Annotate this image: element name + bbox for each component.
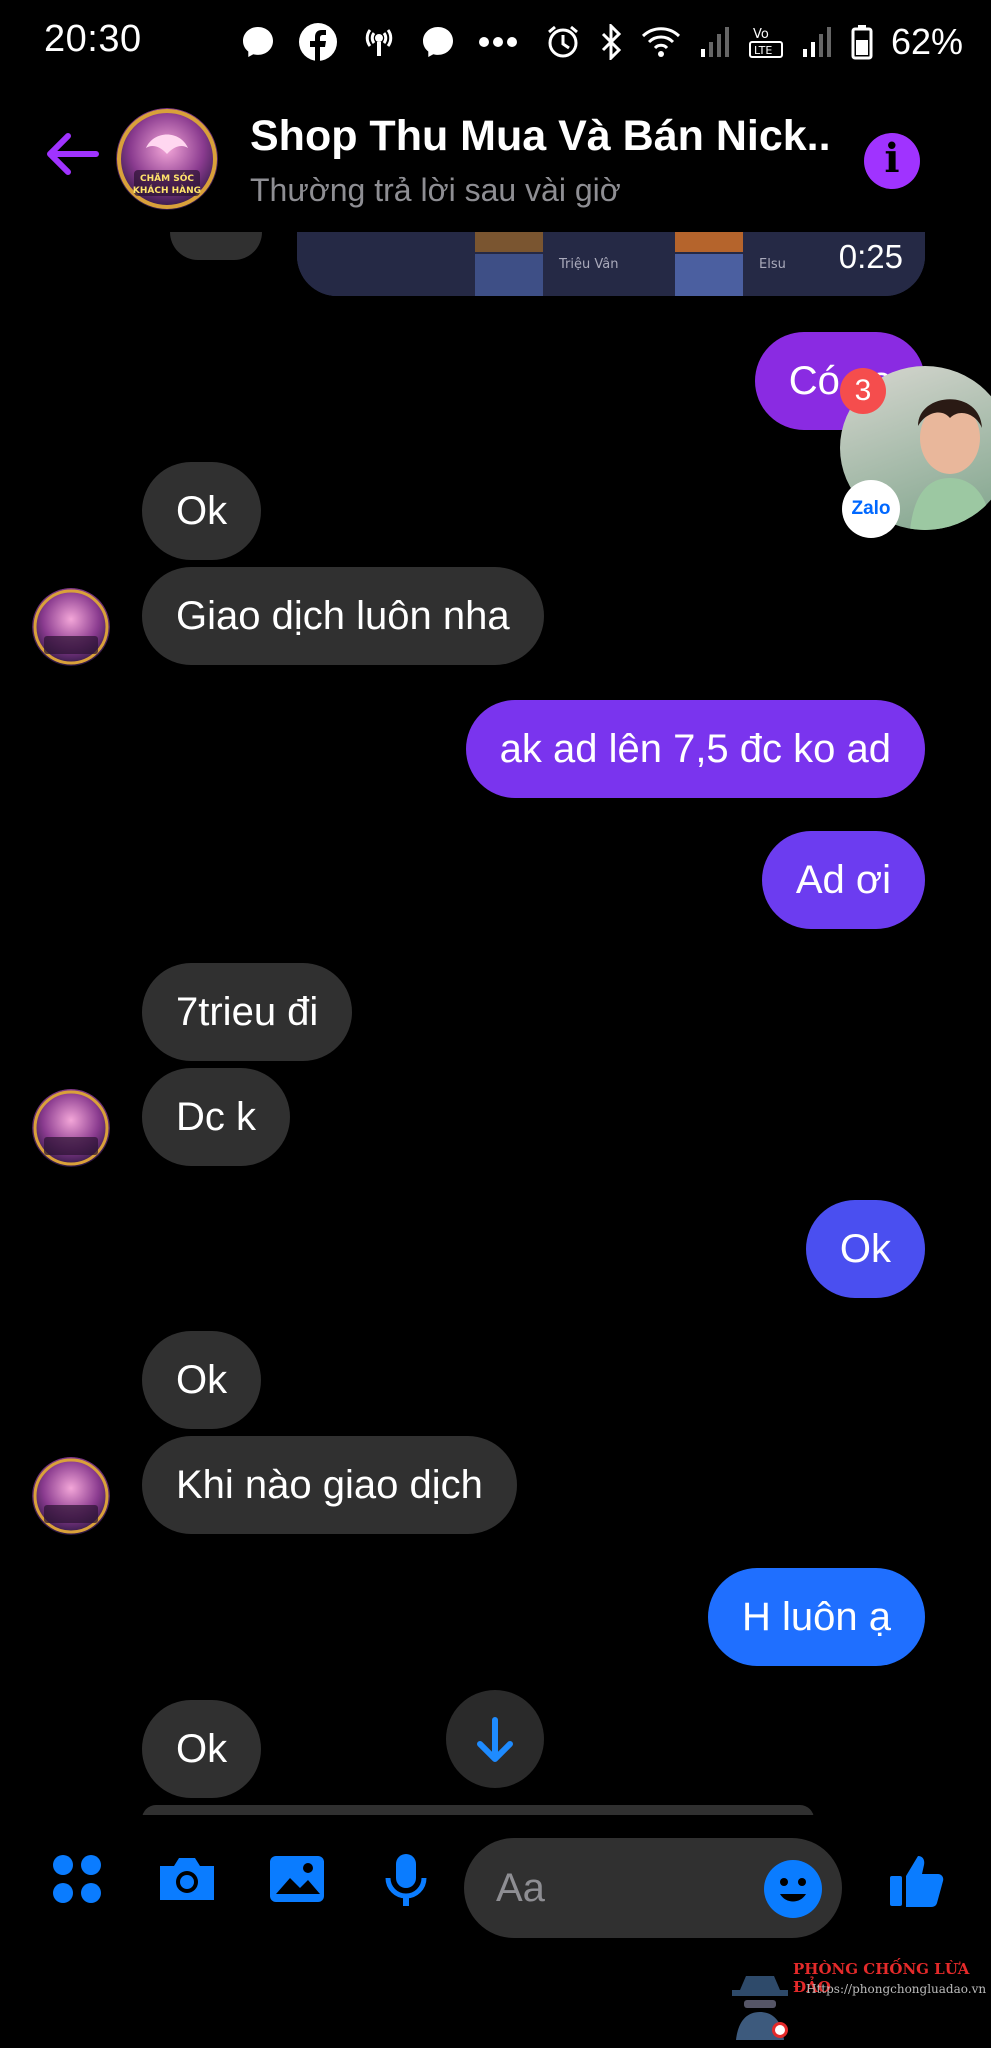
mic-icon[interactable] bbox=[382, 1852, 430, 1908]
svg-text:LTE: LTE bbox=[754, 44, 772, 57]
sender-avatar[interactable] bbox=[32, 1089, 110, 1167]
sender-avatar[interactable] bbox=[32, 588, 110, 666]
partial-incoming-bubble bbox=[170, 232, 262, 260]
battery-icon bbox=[851, 25, 873, 60]
incoming-message[interactable]: Khi nào giao dịch bbox=[142, 1436, 517, 1534]
video-hero1: Triệu Vân bbox=[558, 257, 618, 272]
status-bar: 20:30 Vo LTE 62% bbox=[0, 0, 991, 86]
message-input-placeholder: Aa bbox=[496, 1866, 545, 1910]
info-button[interactable]: i bbox=[864, 133, 920, 189]
response-time-subtitle: Thường trả lời sau vài giờ bbox=[250, 172, 621, 208]
arrow-down-icon bbox=[477, 1717, 513, 1762]
outgoing-message[interactable]: Ad ơi bbox=[761, 831, 925, 929]
gallery-icon[interactable] bbox=[268, 1852, 326, 1906]
more-dots-icon bbox=[479, 37, 517, 47]
avatar-text-top: CHĂM SÓC bbox=[140, 172, 194, 184]
avatar-text-bottom: KHÁCH HÀNG bbox=[133, 184, 201, 196]
outgoing-message[interactable]: ak ad lên 7,5 đc ko ad bbox=[465, 700, 925, 798]
battery-percent: 62% bbox=[891, 21, 964, 62]
watermark-url: Https://phongchongluadao.vn bbox=[806, 1982, 987, 1996]
signal-icon bbox=[701, 27, 729, 57]
incoming-message[interactable]: Giao dịch luôn nha bbox=[142, 567, 544, 665]
incoming-message[interactable]: Ok bbox=[142, 462, 262, 560]
back-arrow-icon[interactable] bbox=[44, 132, 100, 176]
detective-logo-icon bbox=[732, 1976, 788, 2040]
video-message[interactable]: Triệu Vân Elsu 0:25 bbox=[297, 232, 925, 296]
like-icon[interactable] bbox=[888, 1852, 946, 1910]
zalo-unread-badge: 3 bbox=[840, 368, 886, 414]
shop-avatar[interactable]: CHĂM SÓC KHÁCH HÀNG bbox=[116, 108, 218, 210]
zalo-logo-icon: Zalo bbox=[842, 480, 900, 538]
outgoing-message[interactable]: Ok bbox=[805, 1200, 925, 1298]
outgoing-message[interactable]: H luôn ạ bbox=[708, 1568, 925, 1666]
page-title[interactable]: Shop Thu Mua Và Bán Nick... bbox=[250, 112, 830, 161]
hotspot-icon bbox=[365, 29, 393, 56]
svg-text:Vo: Vo bbox=[753, 27, 769, 42]
apps-icon[interactable] bbox=[50, 1852, 104, 1906]
sender-avatar[interactable] bbox=[32, 1457, 110, 1535]
messenger-icon bbox=[423, 27, 453, 57]
incoming-message[interactable]: Dc k bbox=[142, 1068, 290, 1166]
messenger-icon bbox=[243, 27, 273, 57]
alarm-icon bbox=[548, 25, 578, 58]
video-duration: 0:25 bbox=[838, 238, 903, 275]
info-icon: i bbox=[884, 135, 900, 182]
facebook-icon bbox=[299, 23, 337, 61]
signal-icon bbox=[803, 27, 831, 57]
video-hero2: Elsu bbox=[759, 257, 786, 272]
camera-icon[interactable] bbox=[156, 1852, 218, 1906]
system-icons: Vo LTE 62% bbox=[545, 20, 963, 64]
volte-icon: Vo LTE bbox=[749, 27, 783, 58]
status-time: 20:30 bbox=[44, 18, 142, 60]
incoming-message[interactable]: Ok bbox=[142, 1331, 262, 1429]
scroll-to-bottom-button[interactable] bbox=[446, 1690, 544, 1788]
bluetooth-icon bbox=[601, 24, 622, 60]
incoming-message[interactable]: 7trieu đi bbox=[142, 963, 353, 1061]
wifi-icon bbox=[641, 27, 681, 57]
emoji-icon[interactable] bbox=[764, 1860, 822, 1918]
notification-icons bbox=[240, 20, 518, 64]
incoming-message[interactable]: Ok bbox=[142, 1700, 262, 1798]
